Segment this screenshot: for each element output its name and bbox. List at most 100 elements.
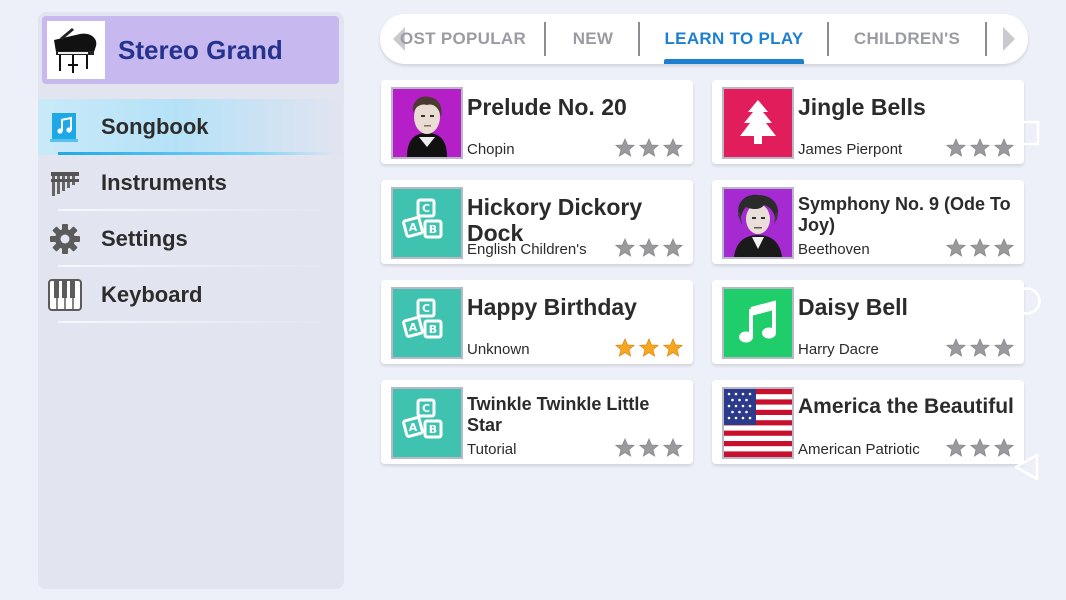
song-rating [946, 438, 1014, 458]
tab-childrens[interactable]: CHILDREN'S [840, 14, 974, 64]
instrument-name: Stereo Grand [118, 34, 283, 65]
svg-text:B: B [429, 223, 437, 236]
star-empty-icon [994, 238, 1014, 257]
star-empty-icon [994, 438, 1014, 457]
song-rating [946, 338, 1014, 358]
abc-blocks-icon: CAB [391, 287, 463, 359]
star-empty-icon [615, 138, 635, 157]
song-title: Symphony No. 9 (Ode To Joy) [798, 194, 1011, 235]
star-filled-icon [639, 338, 659, 357]
recents-button[interactable] [1012, 118, 1042, 148]
sidebar-item-label: Songbook [101, 114, 209, 139]
star-filled-icon [663, 338, 683, 357]
star-empty-icon [615, 238, 635, 257]
square-icon [1014, 120, 1040, 146]
song-artist: James Pierpont [798, 141, 903, 158]
song-card[interactable]: CAB Twinkle Twinkle Little Star Tutorial [381, 380, 693, 464]
song-rating [615, 238, 683, 258]
gear-icon [48, 222, 82, 256]
tab-separator [827, 22, 829, 56]
pan-flute-icon [48, 166, 82, 200]
sidebar-item-keyboard[interactable]: Keyboard [38, 267, 344, 323]
songbook-icon [48, 110, 82, 144]
svg-text:B: B [429, 423, 437, 436]
home-button[interactable] [1012, 286, 1042, 316]
star-empty-icon [994, 138, 1014, 157]
current-instrument[interactable]: Stereo Grand [42, 16, 339, 84]
song-card[interactable]: Prelude No. 20 Chopin [381, 80, 693, 164]
us-flag-icon [722, 387, 794, 459]
tabs-scroll-right-button[interactable] [994, 14, 1024, 64]
svg-text:B: B [429, 323, 437, 336]
tab-most-popular[interactable]: OST POPULAR [398, 14, 528, 64]
svg-text:C: C [422, 202, 430, 215]
star-empty-icon [970, 238, 990, 257]
song-card[interactable]: CAB Happy Birthday Unknown [381, 280, 693, 364]
star-filled-icon [615, 338, 635, 357]
song-title: Prelude No. 20 [467, 94, 627, 120]
star-empty-icon [946, 238, 966, 257]
abc-blocks-icon: CAB [391, 187, 463, 259]
tab-separator [544, 22, 546, 56]
star-empty-icon [946, 338, 966, 357]
svg-text:C: C [422, 402, 430, 415]
tab-separator [985, 22, 987, 56]
song-card[interactable]: CAB Hickory Dickory Dock English Childre… [381, 180, 693, 264]
grand-piano-icon [47, 21, 105, 79]
music-note-icon [722, 287, 794, 359]
star-empty-icon [639, 138, 659, 157]
star-empty-icon [663, 438, 683, 457]
song-artist: Harry Dacre [798, 341, 879, 358]
song-artist: English Children's [467, 241, 587, 258]
song-rating [615, 138, 683, 158]
song-card[interactable]: Symphony No. 9 (Ode To Joy) Beethoven [712, 180, 1024, 264]
abc-blocks-icon: CAB [391, 387, 463, 459]
sidebar-item-label: Instruments [101, 170, 227, 195]
star-empty-icon [970, 138, 990, 157]
back-button[interactable] [1012, 452, 1042, 482]
star-empty-icon [663, 238, 683, 257]
svg-text:A: A [409, 321, 418, 334]
song-rating [615, 438, 683, 458]
tab-label: CHILDREN'S [853, 29, 961, 48]
song-card[interactable]: Jingle Bells James Pierpont [712, 80, 1024, 164]
chopin-portrait [391, 87, 463, 159]
song-title: Twinkle Twinkle Little Star [467, 394, 650, 435]
star-empty-icon [639, 238, 659, 257]
svg-text:A: A [409, 421, 418, 434]
song-title: Jingle Bells [798, 94, 926, 120]
sidebar-item-songbook[interactable]: Songbook [38, 99, 344, 155]
song-artist: Beethoven [798, 241, 870, 258]
song-card[interactable]: Daisy Bell Harry Dacre [712, 280, 1024, 364]
tab-learn-to-play[interactable]: LEARN TO PLAY [662, 14, 806, 64]
song-title: Happy Birthday [467, 294, 637, 320]
sidebar-item-label: Settings [101, 226, 188, 251]
song-rating [946, 238, 1014, 258]
divider [58, 321, 336, 323]
sidebar-item-label: Keyboard [101, 282, 203, 307]
song-rating [615, 338, 683, 358]
piano-keys-icon [48, 278, 82, 312]
song-artist: American Patriotic [798, 441, 920, 458]
christmas-tree-icon [722, 87, 794, 159]
svg-text:C: C [422, 302, 430, 315]
back-triangle-icon [1014, 453, 1039, 481]
tab-separator [638, 22, 640, 56]
song-artist: Chopin [467, 141, 515, 158]
star-empty-icon [946, 138, 966, 157]
song-rating [946, 138, 1014, 158]
tab-new[interactable]: NEW [550, 14, 636, 64]
song-card[interactable]: America the Beautiful American Patriotic [712, 380, 1024, 464]
song-title: America the Beautiful [798, 395, 1014, 418]
song-artist: Tutorial [467, 441, 517, 458]
star-empty-icon [615, 438, 635, 457]
sidebar-item-settings[interactable]: Settings [38, 211, 344, 267]
tab-label: OST POPULAR [399, 29, 527, 48]
star-empty-icon [663, 138, 683, 157]
song-title: Daisy Bell [798, 294, 908, 320]
star-empty-icon [970, 438, 990, 457]
sidebar-item-instruments[interactable]: Instruments [38, 155, 344, 211]
star-empty-icon [970, 338, 990, 357]
tab-label: NEW [572, 29, 614, 48]
tab-label: LEARN TO PLAY [664, 29, 804, 48]
